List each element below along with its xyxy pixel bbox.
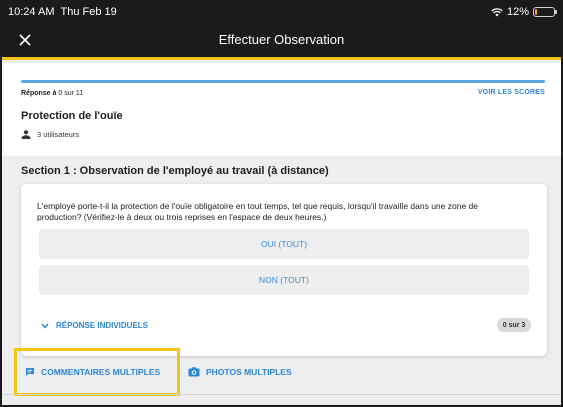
multiple-photos-button[interactable]: PHOTOS MULTIPLES [188,348,292,396]
battery-percent: 12% [506,6,529,18]
status-right: 12% [491,6,557,18]
wifi-icon [491,7,503,16]
response-progress-fill [21,80,545,83]
page-title: Effectuer Observation [218,32,345,47]
answer-no-all-button[interactable]: NON (TOUT) [39,265,529,295]
question-text: L'employé porte-t-il la protection de l'… [37,201,478,222]
response-value: 0 sur 11 [58,90,84,97]
camera-icon [188,367,200,377]
section-title: Section 1 : Observation de l'employé au … [21,165,329,177]
divider [2,394,561,395]
individual-responses-label: RÉPONSE INDIVIDUELS [56,321,149,330]
multiple-photos-label: PHOTOS MULTIPLES [206,367,292,377]
users-label: 3 utilisateurs [37,130,80,139]
answer-yes-all-button[interactable]: OUI (TOUT) [39,229,529,259]
close-button[interactable] [16,31,34,49]
chevron-down-icon [41,323,49,329]
individual-responses-toggle[interactable]: RÉPONSE INDIVIDUELS [41,321,148,330]
status-date: Thu Feb 19 [60,6,117,18]
multiple-comments-label: COMMENTAIRES MULTIPLES [41,367,161,377]
app-header: Effectuer Observation [2,22,561,60]
view-scores-link[interactable]: VOIR LES SCORES [478,89,545,96]
users-count: 3 utilisateurs [21,130,79,139]
app-frame: 10:24 AM Thu Feb 19 12% Effectuer Observ… [2,2,561,405]
user-icon [21,130,31,139]
status-time: 10:24 AM [8,6,55,18]
response-count: Réponse à 0 sur 11 [21,90,83,97]
observation-info-panel: Réponse à 0 sur 11 VOIR LES SCORES Prote… [2,63,561,156]
individual-count-badge: 0 sur 3 [497,318,531,332]
question-card: L'employé porte-t-il la protection de l'… [21,184,547,356]
battery-fill [535,9,538,15]
observation-title: Protection de l'ouïe [21,110,123,122]
comment-icon [26,368,34,376]
response-progress-bar [21,80,545,83]
multiple-comments-button[interactable]: COMMENTAIRES MULTIPLES [14,348,180,396]
response-prefix: Réponse à [21,90,57,97]
battery-icon [533,7,557,17]
status-bar: 10:24 AM Thu Feb 19 12% [2,2,561,22]
close-icon [19,34,31,46]
